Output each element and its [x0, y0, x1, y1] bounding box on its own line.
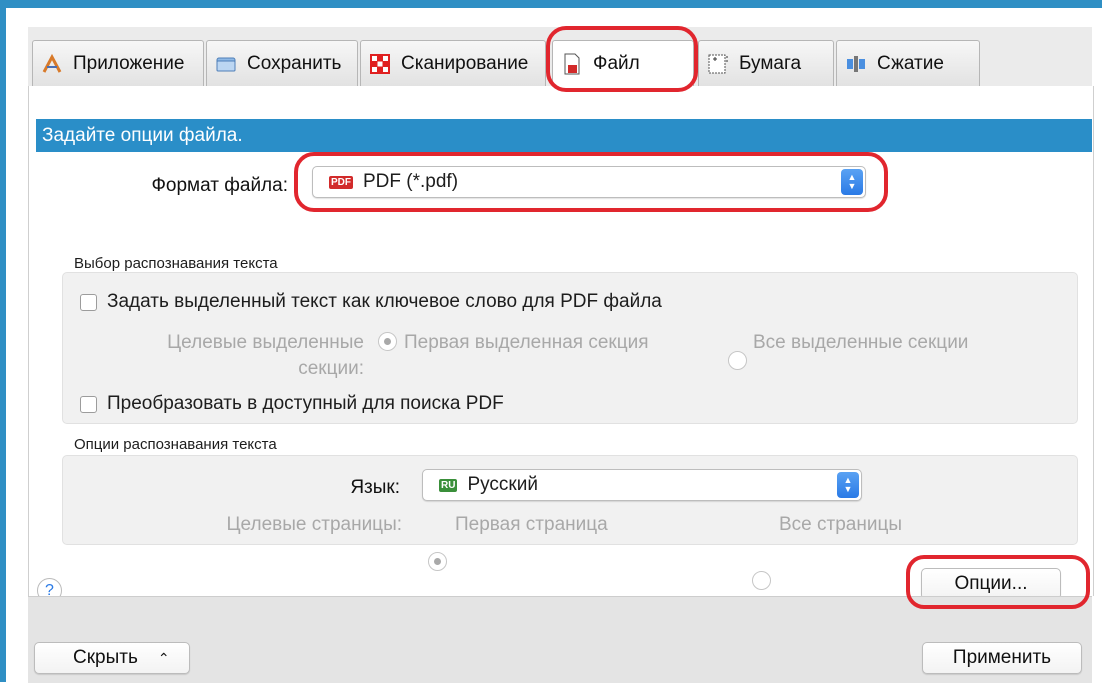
file-format-label: Формат файла:: [151, 175, 288, 196]
radio-first-section[interactable]: [378, 332, 397, 351]
language-select[interactable]: RU Русский ▲ ▼: [422, 469, 862, 501]
language-label: Язык:: [350, 477, 400, 498]
window-left-edge: [0, 0, 6, 682]
tab-label: Сохранить: [247, 52, 342, 74]
application-icon: [41, 53, 63, 75]
tab-compression[interactable]: Сжатие: [836, 40, 980, 86]
target-sections-label: Целевые выделенные: [167, 332, 364, 353]
tab-label: Сжатие: [877, 52, 944, 74]
searchable-pdf-checkbox[interactable]: [80, 396, 97, 413]
chevron-updown-icon: ▲ ▼: [837, 472, 859, 498]
ru-flag-icon: RU: [439, 478, 458, 492]
window-top-edge: [0, 0, 1102, 8]
compression-icon: [845, 53, 867, 75]
apply-button[interactable]: Применить: [922, 642, 1082, 674]
keyword-checkbox[interactable]: [80, 294, 97, 311]
tab-scanning[interactable]: Сканирование: [360, 40, 546, 86]
hide-button[interactable]: Скрыть ⌃: [34, 642, 190, 674]
radio-all-pages-label: Все страницы: [779, 514, 902, 535]
searchable-pdf-checkbox-label: Преобразовать в доступный для поиска PDF: [107, 393, 504, 414]
group-title-recognition-selection: Выбор распознавания текста: [74, 255, 278, 272]
target-sections-label-2: секции:: [298, 358, 364, 379]
radio-all-sections-label: Все выделенные секции: [753, 332, 969, 353]
tab-label: Бумага: [739, 52, 802, 74]
group-title-recognition-options: Опции распознавания текста: [74, 436, 277, 453]
scan-icon: [369, 53, 391, 75]
highlight-file-tab: [546, 26, 698, 92]
keyword-checkbox-label: Задать выделенный текст как ключевое сло…: [107, 291, 662, 312]
radio-first-section-label: Первая выделенная секция: [404, 332, 649, 353]
highlight-options-button: [906, 555, 1090, 609]
radio-all-sections[interactable]: [728, 351, 747, 370]
highlight-file-format: [294, 152, 888, 212]
language-value: Русский: [467, 474, 538, 495]
target-pages-label: Целевые страницы:: [226, 514, 403, 535]
tab-label: Приложение: [73, 52, 185, 74]
section-header: Задайте опции файла.: [36, 119, 1092, 152]
radio-first-page-label: Первая страница: [455, 514, 608, 535]
hide-button-label: Скрыть: [73, 647, 138, 668]
chevron-up-icon: ⌃: [157, 649, 170, 666]
radio-all-pages[interactable]: [752, 571, 771, 590]
tab-save[interactable]: Сохранить: [206, 40, 358, 86]
tab-paper[interactable]: Бумага: [698, 40, 834, 86]
paper-icon: [707, 53, 729, 75]
tab-label: Сканирование: [401, 52, 529, 74]
radio-first-page[interactable]: [428, 552, 447, 571]
folder-icon: [215, 53, 237, 75]
tab-application[interactable]: Приложение: [32, 40, 204, 86]
